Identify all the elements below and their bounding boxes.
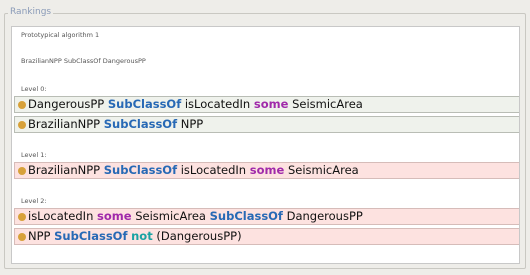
keyword-some: some <box>249 163 285 177</box>
class-name: SeismicArea <box>135 209 206 223</box>
property-name: isLocatedIn <box>28 209 94 223</box>
class-name: SeismicArea <box>292 97 363 111</box>
axiom-row[interactable]: BrazilianNPP SubClassOf isLocatedIn some… <box>14 162 519 179</box>
class-name: BrazilianNPP <box>28 163 101 177</box>
level-label: Level 2: <box>21 197 47 205</box>
class-name: BrazilianNPP <box>28 117 101 131</box>
keyword-subclassof: SubClassOf <box>209 209 283 223</box>
class-name: NPP <box>28 229 51 243</box>
algorithm-title: Prototypical algorithm 1 <box>21 31 100 39</box>
axiom-bullet-icon <box>18 233 26 241</box>
class-name: NPP <box>180 117 204 131</box>
axiom-bullet-icon <box>18 213 26 221</box>
rankings-group-title: Rankings <box>8 6 54 18</box>
keyword-not: not <box>131 229 153 243</box>
axiom-row[interactable]: DangerousPP SubClassOf isLocatedIn some … <box>14 96 519 113</box>
class-name: DangerousPP <box>286 209 363 223</box>
class-name: SeismicArea <box>287 163 359 177</box>
level-label: Level 0: <box>21 85 47 93</box>
keyword-subclassof: SubClassOf <box>103 163 178 177</box>
keyword-some: some <box>97 209 132 223</box>
level-label: Level 1: <box>21 151 47 159</box>
axiom-row[interactable]: isLocatedIn some SeismicArea SubClassOf … <box>14 208 519 225</box>
property-name: isLocatedIn <box>184 97 251 111</box>
keyword-subclassof: SubClassOf <box>54 229 128 243</box>
axiom-bullet-icon <box>18 101 26 109</box>
keyword-subclassof: SubClassOf <box>103 117 178 131</box>
axiom-row[interactable]: NPP SubClassOf not (DangerousPP) <box>14 228 519 245</box>
class-expression: (DangerousPP) <box>156 229 242 243</box>
keyword-some: some <box>253 97 289 111</box>
class-name: DangerousPP <box>28 97 105 111</box>
axiom-bullet-icon <box>18 121 26 129</box>
axiom-bullet-icon <box>18 167 26 175</box>
query-axiom: BrazilianNPP SubClassOf DangerousPP <box>21 57 146 65</box>
property-name: isLocatedIn <box>180 163 247 177</box>
rankings-panel: Prototypical algorithm 1 BrazilianNPP Su… <box>11 26 520 264</box>
keyword-subclassof: SubClassOf <box>107 97 182 111</box>
axiom-row[interactable]: BrazilianNPP SubClassOf NPP <box>14 116 519 133</box>
